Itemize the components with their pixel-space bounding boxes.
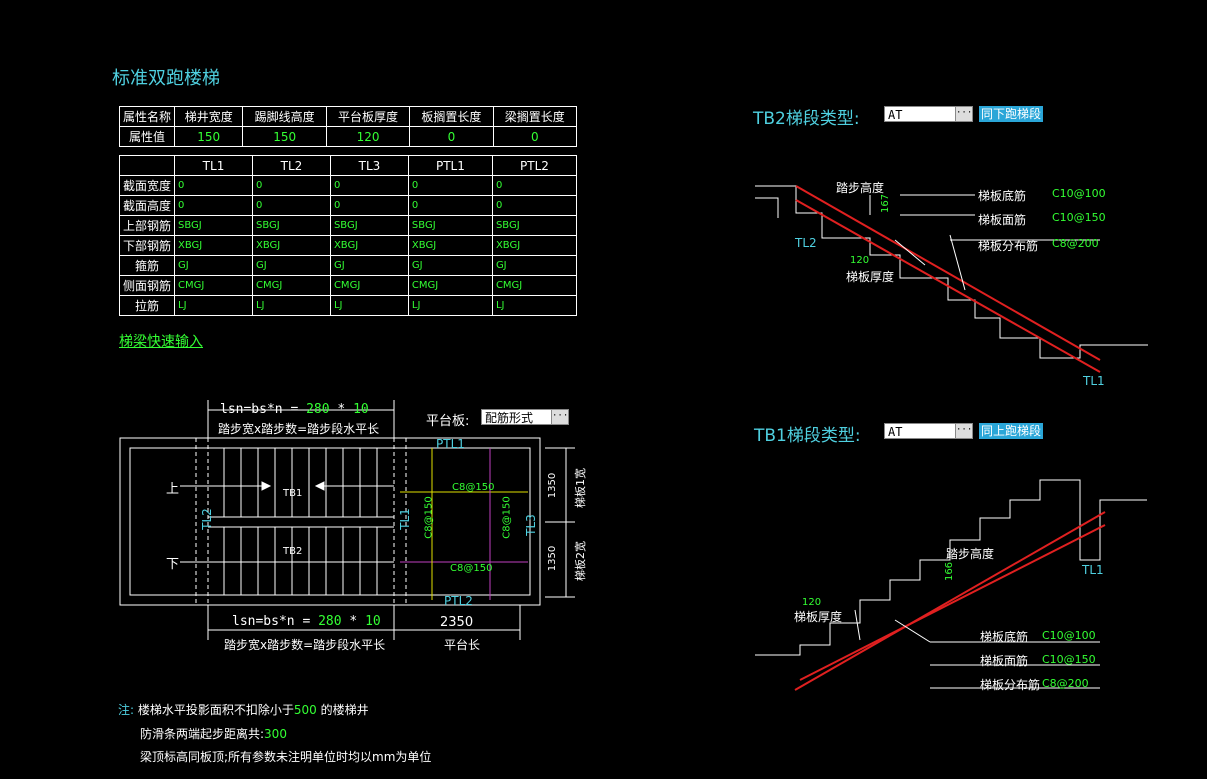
plan-outline	[119, 437, 541, 606]
tb2-leader-5	[949, 234, 966, 291]
tl2-plan-label: TL2	[199, 508, 214, 530]
tb2-top-rebar-label: 梯板面筋	[978, 213, 1027, 227]
rebar-label-vertical-1: C8@150	[423, 496, 435, 539]
note-line-3: 梁顶标高同板顶;所有参数未注明单位时均以mm为单位	[140, 750, 432, 764]
tb2-same-as-lower-button[interactable]: 同下跑梯段	[979, 106, 1044, 122]
more-icon[interactable]: ···	[955, 424, 972, 438]
tb1-dist-rebar-label: 梯板分布筋	[980, 678, 1041, 692]
down-arrowhead	[314, 481, 325, 491]
tb2-bottom-rebar: C10@100	[1052, 187, 1106, 200]
tb2-right-beam-label: TL1	[1083, 374, 1105, 388]
tb2-plan-label: TB2	[283, 546, 303, 557]
tb1-type-combo[interactable]: AT ···	[884, 423, 973, 439]
tb1-same-as-upper-button[interactable]: 同上跑梯段	[979, 423, 1044, 439]
down-label: 下	[166, 557, 180, 572]
tb2-type-combo[interactable]: AT ···	[884, 106, 973, 122]
up-arrowhead	[261, 481, 272, 491]
width2-value: 1350	[547, 545, 559, 572]
more-icon[interactable]: ···	[551, 410, 568, 424]
stair-treads	[223, 448, 378, 595]
tb1-type-label: TB1梯段类型:	[754, 426, 861, 446]
tb2-left-beam-label: TL2	[795, 236, 817, 250]
tb1-top-rebar: C10@150	[1042, 653, 1096, 666]
platform-length-label: 平台长	[444, 638, 481, 652]
tb1-dist-rebar: C8@200	[1042, 677, 1089, 690]
tb2-type-label: TB2梯段类型:	[753, 109, 860, 129]
tb2-dist-rebar-label: 梯板分布筋	[978, 239, 1039, 253]
width1-label: 梯板1宽	[574, 468, 587, 508]
tb2-step-height-label: 踏步高度	[836, 181, 885, 195]
tb1-thickness: 120	[802, 597, 822, 608]
tb1-type-value: AT	[888, 425, 903, 439]
tb2-thickness: 120	[850, 255, 870, 266]
ptl1-plan-label: PTL1	[436, 437, 465, 451]
note-line-2: 防滑条两端起步距离共:300	[140, 727, 287, 741]
tb1-bottom-rebar: C10@100	[1042, 629, 1096, 642]
tb2-dist-rebar: C8@200	[1052, 237, 1099, 250]
formula-bottom: lsn=bs*n = 280 * 10	[232, 614, 381, 629]
width2-label: 梯板2宽	[574, 541, 587, 581]
tb1-right-beam-label: TL1	[1082, 563, 1104, 577]
tb1-bottom-rebar-label: 梯板底筋	[980, 630, 1029, 644]
tb1-step-height-label: 踏步高度	[946, 547, 995, 561]
ptl2-plan-label: PTL2	[444, 594, 473, 608]
platform-combo[interactable]: 配筋形式 ···	[481, 409, 569, 425]
tb2-left-beam	[755, 197, 779, 218]
tb2-type-value: AT	[888, 108, 903, 122]
tl3-plan-label: TL3	[523, 514, 538, 536]
tb1-thickness-label: 梯板厚度	[794, 610, 843, 624]
tb1-top-rebar-label: 梯板面筋	[980, 654, 1029, 668]
tb2-bottom-rebar-label: 梯板底筋	[978, 189, 1027, 203]
rebar-label-bottom: C8@150	[450, 563, 493, 574]
rebar-label-vertical-2: C8@150	[501, 496, 513, 539]
tb1-step-height: 166	[944, 561, 956, 582]
tb1-leader-5	[854, 609, 861, 641]
platform-length: 2350	[440, 615, 474, 630]
platform-combo-value: 配筋形式	[485, 411, 534, 425]
up-label: 上	[166, 482, 180, 497]
tb2-thickness-label: 梯板厚度	[846, 270, 895, 284]
tb2-slab-bottom	[795, 199, 1101, 373]
more-icon[interactable]: ···	[955, 107, 972, 121]
formula-top: lsn=bs*n = 280 * 10	[220, 402, 369, 417]
tb1-plan-label: TB1	[283, 488, 303, 499]
width1-value: 1350	[547, 472, 559, 499]
tb2-step-height: 167	[880, 193, 892, 214]
note-line-1: 注: 楼梯水平投影面积不扣除小于500 的楼梯井	[118, 703, 369, 717]
rebar-label-top: C8@150	[452, 482, 495, 493]
formula-caption-bottom: 踏步宽x踏步数=踏步段水平长	[224, 638, 386, 652]
tl1-plan-label: TL1	[397, 508, 412, 530]
formula-caption-top: 踏步宽x踏步数=踏步段水平长	[218, 422, 380, 436]
platform-label: 平台板:	[426, 414, 470, 429]
tb2-top-rebar: C10@150	[1052, 211, 1106, 224]
